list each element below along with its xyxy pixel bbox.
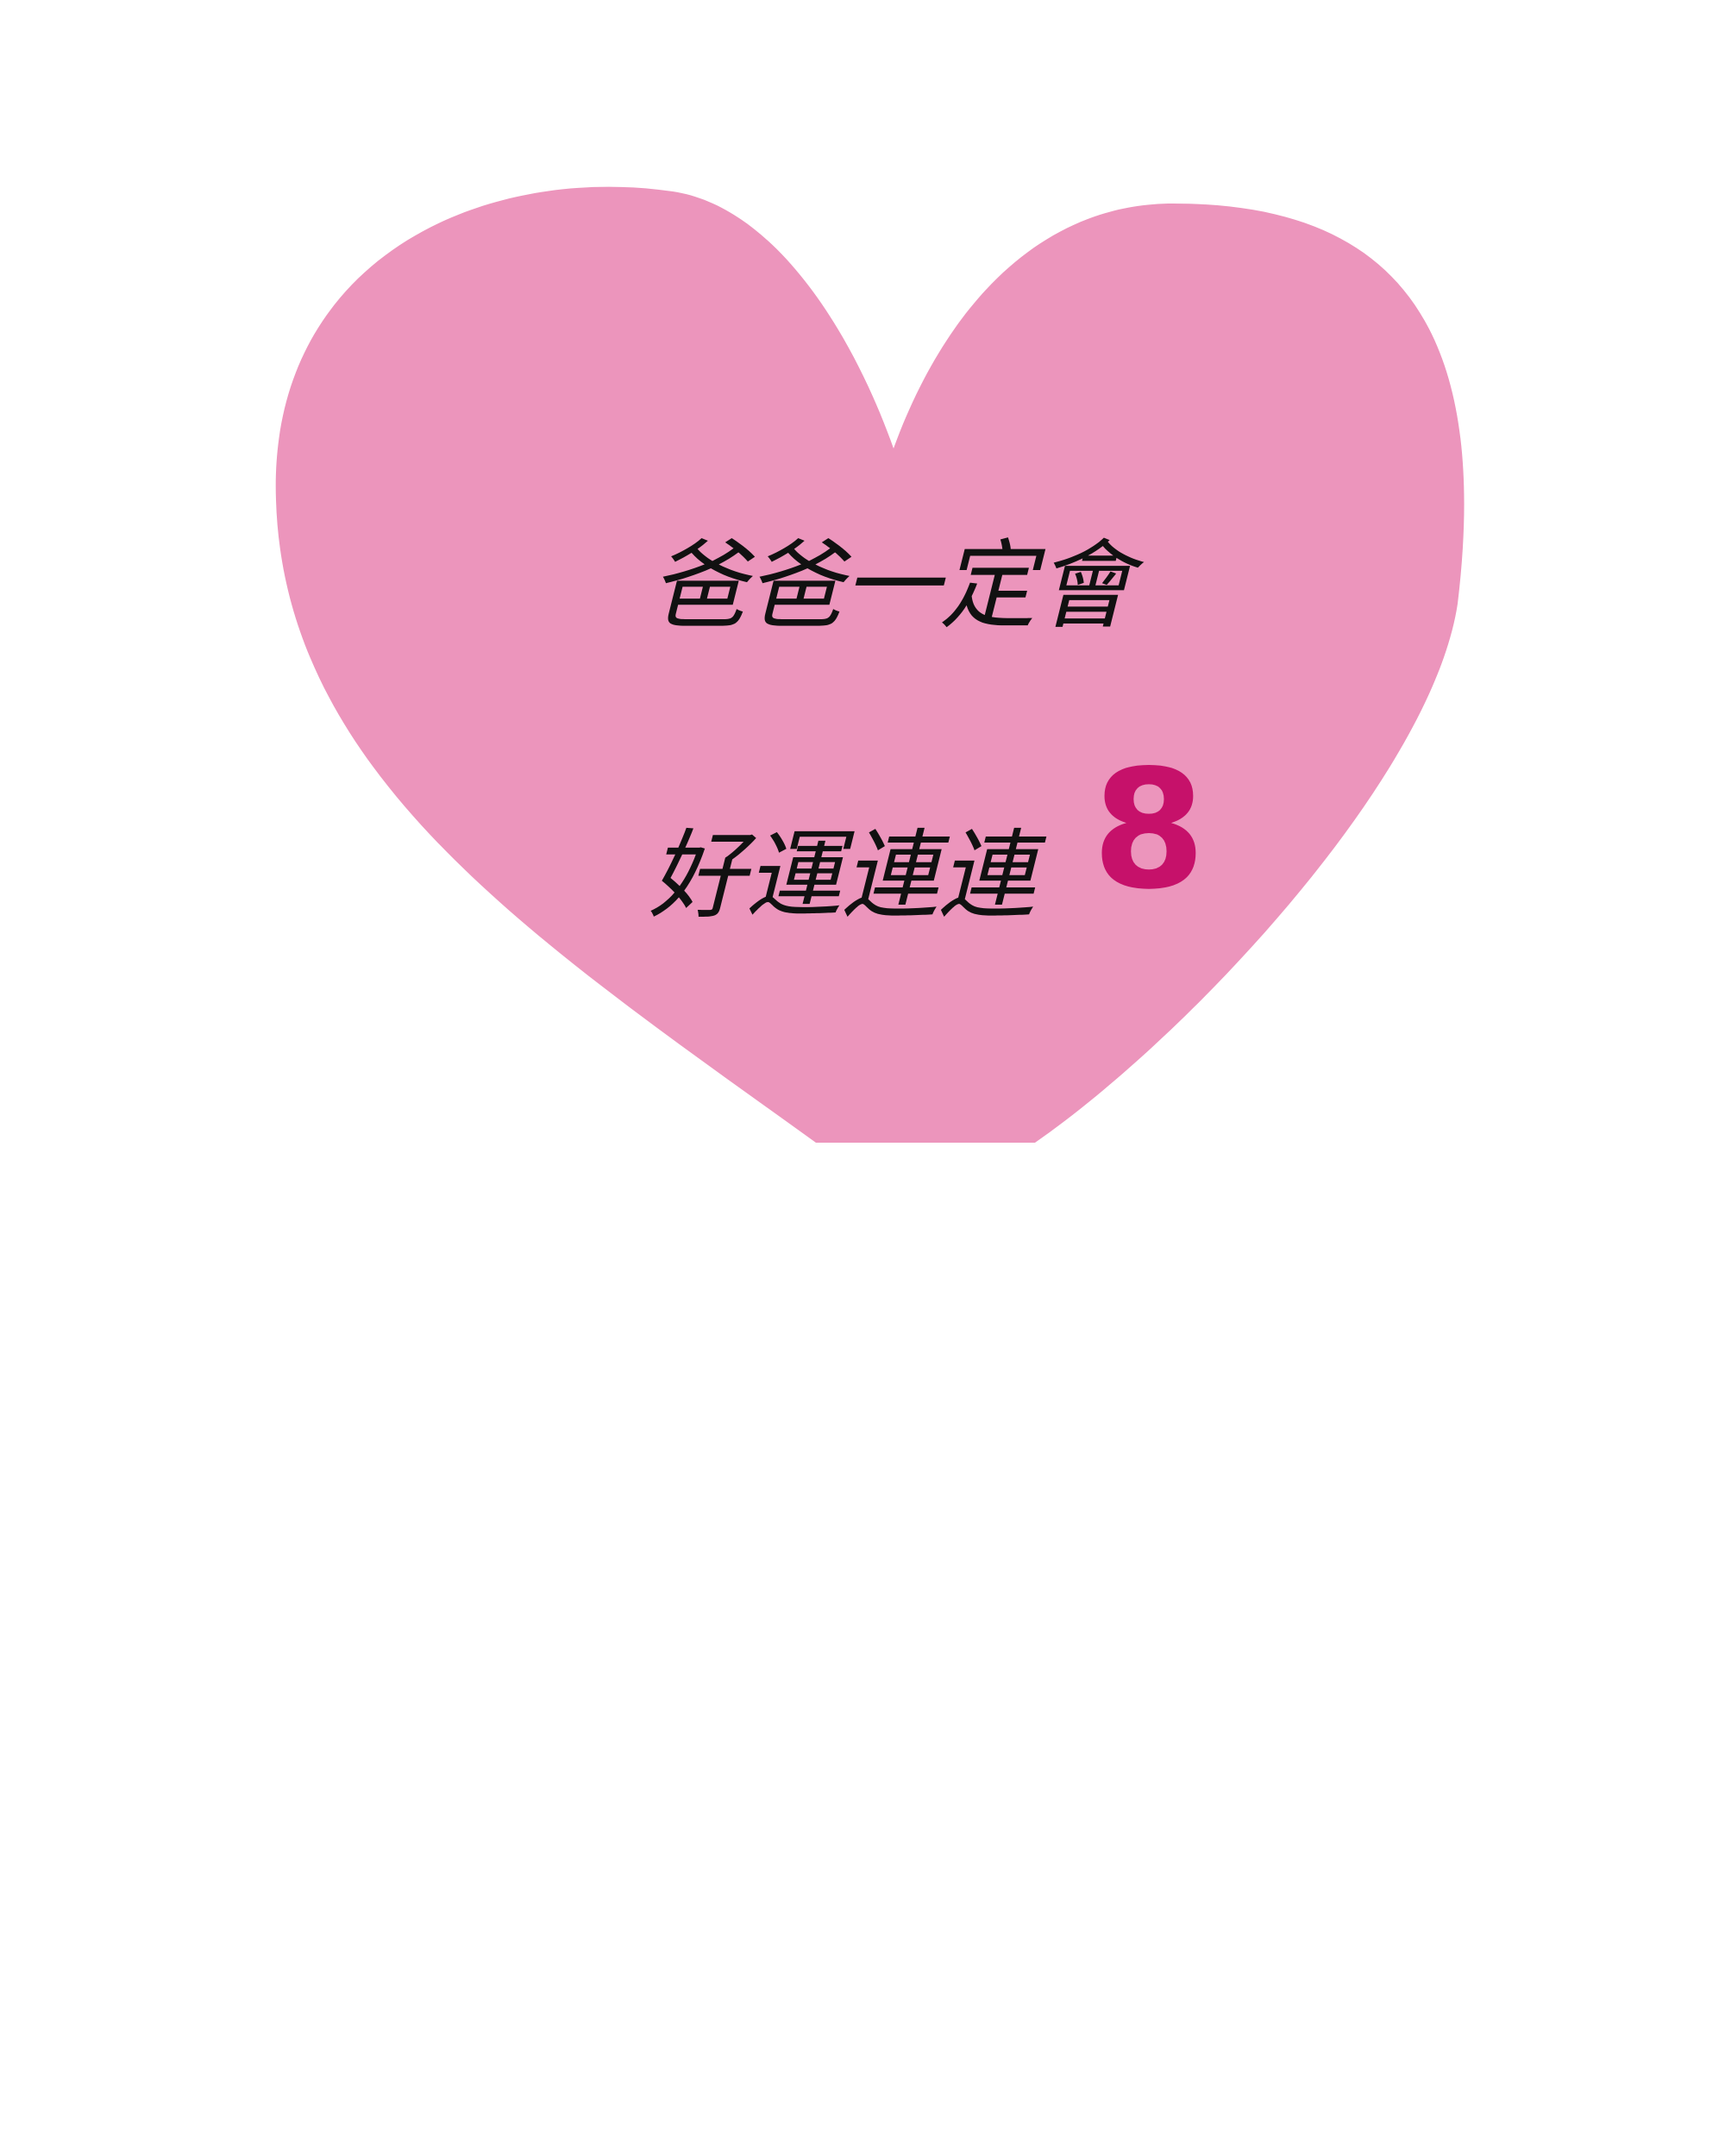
accent-number-8: 8 <box>1092 735 1206 925</box>
message-line-1: 爸爸一定會 <box>649 530 1145 642</box>
message-line-2: 好運連連 <box>649 820 1047 932</box>
card-canvas: 爸爸一定會 好運連連 8 <box>0 0 1725 2156</box>
